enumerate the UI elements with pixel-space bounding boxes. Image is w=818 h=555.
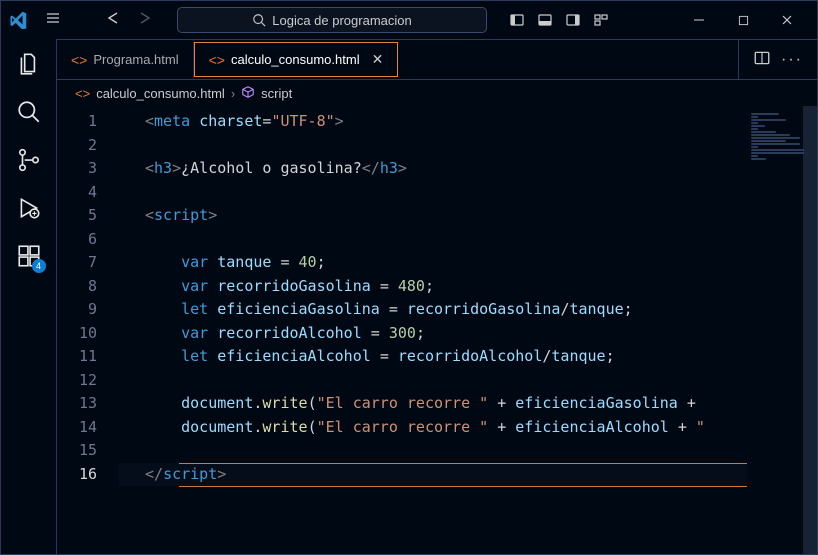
code-content[interactable]: <meta charset="UTF-8"> <h3>¿Alcohol o ga… — [115, 106, 817, 554]
code-line[interactable]: <meta charset="UTF-8"> — [119, 110, 817, 134]
line-number: 14 — [57, 416, 97, 440]
split-editor-icon[interactable] — [753, 49, 771, 70]
editor-tab[interactable]: <> calculo_consumo.html ✕ — [194, 42, 399, 77]
search-icon — [252, 13, 266, 27]
line-number: 15 — [57, 439, 97, 463]
window-close-icon[interactable] — [765, 5, 809, 35]
line-number: 9 — [57, 298, 97, 322]
more-actions-icon[interactable]: ··· — [781, 51, 803, 69]
code-line[interactable]: let eficienciaAlcohol = recorridoAlcohol… — [119, 345, 817, 369]
line-number: 11 — [57, 345, 97, 369]
code-line[interactable] — [119, 439, 817, 463]
line-number: 10 — [57, 322, 97, 346]
code-editor[interactable]: 12345678910111213141516 <meta charset="U… — [57, 106, 817, 554]
code-line[interactable]: <h3>¿Alcohol o gasolina?</h3> — [119, 157, 817, 181]
activity-search-icon[interactable] — [14, 97, 44, 127]
search-text: Logica de programacion — [272, 13, 411, 28]
tab-label: calculo_consumo.html — [231, 52, 360, 67]
line-number: 2 — [57, 134, 97, 158]
toggle-panel-left-icon[interactable] — [505, 8, 529, 32]
html-file-icon: <> — [71, 52, 87, 68]
vscode-logo-icon — [9, 11, 27, 29]
editor-tab[interactable]: <> Programa.html — [57, 40, 194, 79]
source-control-icon[interactable] — [14, 145, 44, 175]
breadcrumb-symbol: script — [261, 86, 292, 101]
tab-bar: <> Programa.html <> calculo_consumo.html ✕ ·… — [57, 40, 817, 80]
line-number: 4 — [57, 181, 97, 205]
titlebar: Logica de programacion — [1, 1, 817, 39]
code-line[interactable] — [119, 228, 817, 252]
run-debug-icon[interactable] — [14, 193, 44, 223]
line-number: 7 — [57, 251, 97, 275]
line-number: 8 — [57, 275, 97, 299]
line-number: 12 — [57, 369, 97, 393]
html-file-icon: <> — [209, 52, 225, 68]
code-line[interactable]: var tanque = 40; — [119, 251, 817, 275]
symbol-icon — [241, 85, 255, 102]
line-number: 5 — [57, 204, 97, 228]
breadcrumb[interactable]: <> calculo_consumo.html › script — [57, 80, 817, 106]
code-line[interactable]: var recorridoGasolina = 480; — [119, 275, 817, 299]
code-line[interactable] — [119, 181, 817, 205]
extensions-badge: 4 — [32, 259, 46, 273]
customize-layout-icon[interactable] — [589, 8, 613, 32]
line-number: 16 — [57, 463, 97, 487]
code-line[interactable] — [119, 369, 817, 393]
code-line[interactable]: var recorridoAlcohol = 300; — [119, 322, 817, 346]
command-center-search[interactable]: Logica de programacion — [177, 7, 487, 33]
code-line[interactable]: <script> — [119, 204, 817, 228]
code-line[interactable]: let eficienciaGasolina = recorridoGasoli… — [119, 298, 817, 322]
chevron-right-icon: › — [231, 86, 235, 101]
toggle-panel-bottom-icon[interactable] — [533, 8, 557, 32]
window-minimize-icon[interactable] — [677, 5, 721, 35]
tab-label: Programa.html — [93, 52, 178, 67]
line-number: 3 — [57, 157, 97, 181]
line-number: 6 — [57, 228, 97, 252]
extensions-icon[interactable]: 4 — [14, 241, 44, 271]
code-line[interactable]: </script> — [119, 463, 817, 487]
line-number: 13 — [57, 392, 97, 416]
html-file-icon: <> — [75, 86, 90, 101]
nav-back-icon[interactable] — [99, 8, 127, 33]
window-maximize-icon[interactable] — [721, 5, 765, 35]
close-icon[interactable]: ✕ — [372, 51, 384, 68]
vertical-scrollbar[interactable] — [803, 106, 817, 554]
breadcrumb-file: calculo_consumo.html — [96, 86, 225, 101]
toggle-panel-right-icon[interactable] — [561, 8, 585, 32]
nav-forward-icon[interactable] — [131, 8, 159, 33]
code-line[interactable]: document.write("El carro recorre " + efi… — [119, 392, 817, 416]
code-line[interactable] — [119, 134, 817, 158]
explorer-icon[interactable] — [14, 49, 44, 79]
activity-bar: 4 — [1, 39, 57, 554]
line-number-gutter: 12345678910111213141516 — [57, 106, 115, 554]
line-number: 1 — [57, 110, 97, 134]
hamburger-menu-icon[interactable] — [35, 6, 71, 35]
editor-area: <> Programa.html <> calculo_consumo.html ✕ ·… — [57, 39, 817, 554]
code-line[interactable]: document.write("El carro recorre " + efi… — [119, 416, 817, 440]
